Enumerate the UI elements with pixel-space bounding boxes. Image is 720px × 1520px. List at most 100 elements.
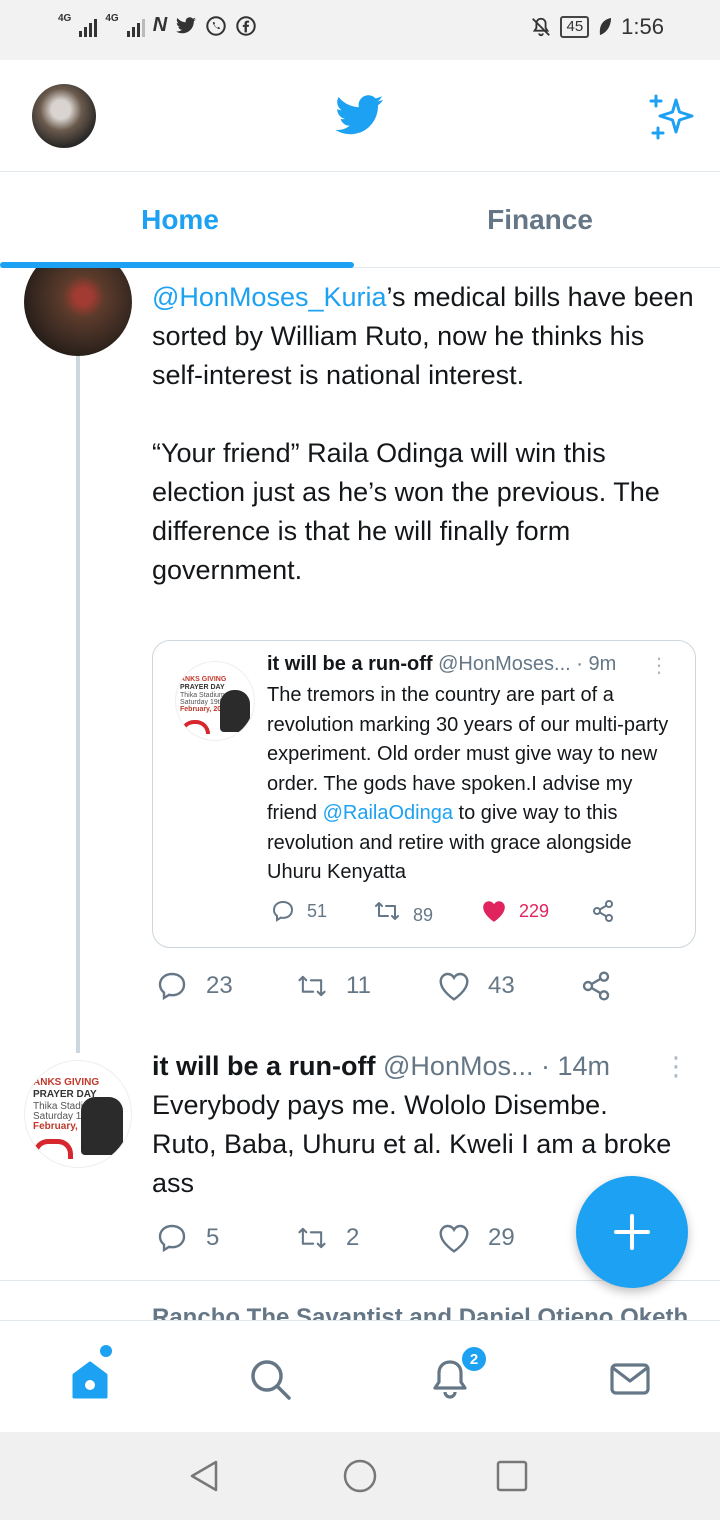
quoted-like: 229 (481, 899, 549, 923)
reply-icon (158, 972, 186, 1001)
retweet-icon (298, 975, 326, 997)
tweet-timestamp: · 14m (540, 1051, 611, 1081)
twitter-bird-icon (336, 95, 384, 135)
app-header (0, 60, 720, 172)
reply-icon (158, 1224, 186, 1253)
reply-count: 23 (206, 972, 233, 999)
whatsapp-icon (206, 15, 226, 36)
thumb-caption: PRAYER DAY (180, 684, 225, 691)
next-tweet-context: Rancho The Savantist and Daniel Otieno O… (152, 1304, 689, 1320)
reply-button[interactable]: 23 (156, 970, 233, 1002)
quoted-display-name: it will be a run-off (267, 653, 433, 675)
thumb-person (220, 690, 250, 732)
reply-icon (272, 900, 294, 922)
network-type-1: 4G (58, 13, 72, 24)
status-bar-left: 4G 4G N (58, 14, 257, 37)
battery-indicator: 45 (560, 16, 590, 38)
quoted-more-icon: ⋮ (649, 655, 669, 677)
reply-button[interactable]: 5 (156, 1222, 219, 1254)
thumb-logo (33, 1139, 73, 1159)
quoted-share (591, 899, 615, 923)
sparkle-icon[interactable] (646, 92, 696, 142)
tweet-text-paragraph: “Your friend” Raila Odinga will win this… (152, 438, 660, 585)
tweet-text: Everybody pays me. Wololo Disembe. Ruto,… (152, 1090, 672, 1198)
thumb-caption: Thika Stadium (180, 692, 225, 699)
tweet-avatar[interactable] (24, 268, 132, 356)
nav-home[interactable] (60, 1349, 120, 1409)
compose-tweet-button[interactable] (576, 1176, 688, 1288)
user-handle: @HonMos... (383, 1051, 534, 1081)
mention-link[interactable]: @HonMoses_Kuria (152, 282, 387, 312)
quoted-handle: @HonMoses... (438, 653, 571, 675)
quoted-reply: 51 (271, 899, 327, 923)
twitter-icon (176, 16, 197, 33)
thumb-caption: ANKS GIVING (180, 676, 227, 683)
back-icon[interactable] (186, 1458, 222, 1494)
system-navigation-bar (0, 1432, 720, 1520)
plus-icon (614, 1214, 650, 1250)
bottom-navigation: 2 (0, 1320, 720, 1432)
quoted-retweet-count: 89 (413, 904, 434, 925)
tweet-text: @HonMoses_Kuria’s medical bills have bee… (152, 278, 697, 590)
search-icon (251, 1360, 291, 1400)
profile-avatar[interactable] (32, 84, 96, 148)
display-name[interactable]: it will be a run-off (152, 1051, 376, 1081)
timeline-tabs: Home Finance (0, 172, 720, 268)
heart-icon (439, 972, 469, 1001)
quoted-header: it will be a run-off @HonMoses... · 9m (267, 653, 687, 676)
thumb-person (81, 1097, 123, 1155)
nav-search[interactable] (240, 1349, 300, 1409)
retweet-count: 2 (346, 1224, 360, 1251)
status-bar-right: 45 1:56 (530, 14, 664, 40)
like-button[interactable]: 29 (438, 1222, 515, 1254)
quoted-tweet-card[interactable]: ANKS GIVING PRAYER DAY Thika Stadium Sat… (152, 640, 696, 948)
retweet-button[interactable]: 11 (296, 970, 371, 1002)
retweet-icon (298, 1227, 326, 1249)
share-icon (582, 971, 610, 1001)
clock: 1:56 (621, 14, 664, 39)
nav-messages[interactable] (600, 1349, 660, 1409)
quoted-timestamp: · 9m (576, 653, 617, 675)
notification-badge: 2 (460, 1345, 488, 1373)
like-count: 29 (488, 1224, 515, 1251)
tweet-actions: 23 11 43 (156, 970, 716, 1010)
retweet-icon (375, 902, 399, 920)
status-bar: 4G 4G N 45 1:56 (0, 0, 720, 60)
home-new-indicator (100, 1345, 112, 1357)
network-type-2: 4G (105, 13, 119, 24)
nfc-icon: N (152, 14, 168, 36)
quoted-mention: @RailaOdinga (322, 802, 453, 824)
tab-finance[interactable]: Finance (360, 172, 720, 267)
reply-count: 5 (206, 1224, 220, 1251)
retweet-count: 11 (346, 972, 371, 999)
share-icon (593, 900, 613, 922)
quoted-retweet: 89 (373, 899, 434, 925)
facebook-icon (236, 15, 256, 36)
leaf-icon (599, 18, 612, 35)
share-button[interactable] (580, 970, 612, 1002)
home-icon (72, 1361, 108, 1399)
tweet-avatar[interactable]: ANKS GIVING PRAYER DAY Thika Stadium Sat… (24, 1060, 132, 1168)
thumb-logo (180, 720, 210, 734)
mute-icon (532, 17, 551, 37)
home-circle-icon[interactable] (342, 1458, 378, 1494)
like-count: 43 (488, 972, 515, 999)
heart-icon (439, 1224, 469, 1253)
quoted-avatar: ANKS GIVING PRAYER DAY Thika Stadium Sat… (175, 661, 255, 741)
messages-icon (610, 1363, 650, 1395)
timeline-feed[interactable]: @HonMoses_Kuria’s medical bills have bee… (0, 268, 720, 1320)
signal-icon (126, 15, 145, 37)
more-options-icon[interactable]: ⋮ (663, 1046, 689, 1086)
quoted-like-count: 229 (519, 900, 550, 921)
thumb-caption: Saturday 19th (180, 699, 224, 706)
tweet-header: it will be a run-off @HonMos... · 14m ⋮ (152, 1046, 697, 1086)
quoted-text: The tremors in the country are part of a… (267, 681, 687, 888)
recents-icon[interactable] (494, 1458, 530, 1494)
quoted-reply-count: 51 (307, 900, 328, 921)
tab-home[interactable]: Home (0, 172, 360, 267)
thumb-caption: ANKS GIVING (33, 1077, 100, 1088)
like-button[interactable]: 43 (438, 970, 515, 1002)
heart-filled-icon (483, 901, 505, 922)
quoted-actions: 51 89 229 (267, 899, 687, 929)
retweet-button[interactable]: 2 (296, 1222, 359, 1254)
